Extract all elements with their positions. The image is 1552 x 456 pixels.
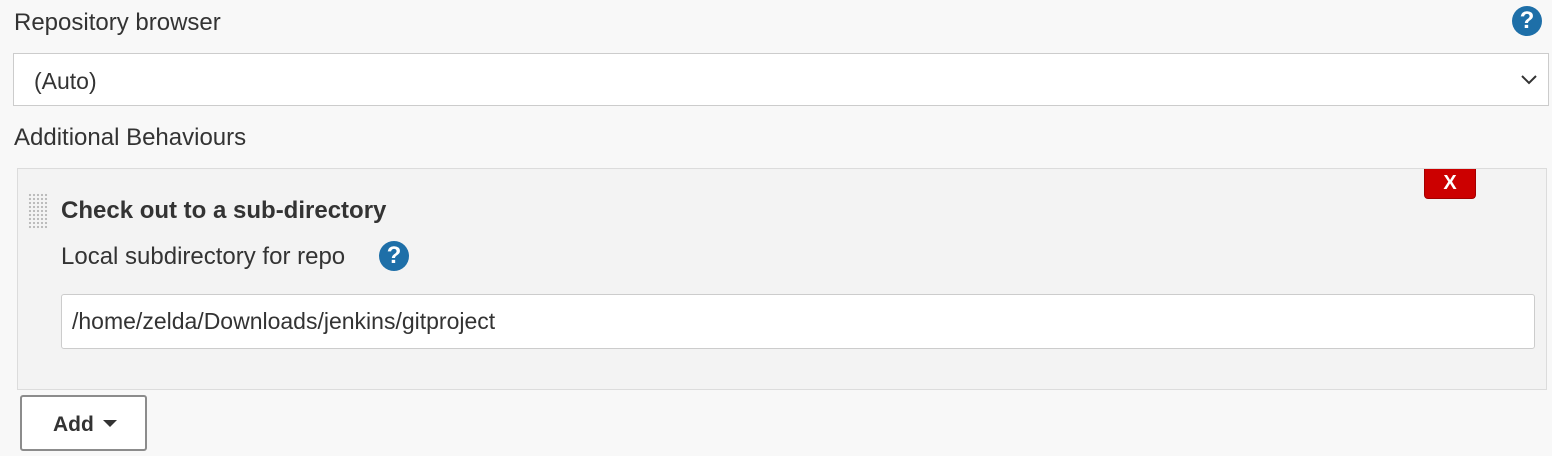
repository-browser-label: Repository browser [14, 9, 221, 36]
chevron-down-icon [1521, 75, 1537, 85]
local-subdirectory-input[interactable] [61, 294, 1535, 349]
add-behaviour-button[interactable]: Add [20, 395, 147, 451]
drag-handle-icon[interactable] [28, 193, 48, 229]
caret-down-icon [103, 420, 117, 427]
local-subdirectory-label: Local subdirectory for repo [61, 243, 346, 270]
behaviour-title: Check out to a sub-directory [61, 197, 387, 224]
repository-browser-selected-value: (Auto) [34, 68, 97, 94]
repository-browser-help-icon[interactable]: ? [1512, 6, 1542, 36]
delete-behaviour-button[interactable]: X [1424, 169, 1476, 199]
additional-behaviours-label: Additional Behaviours [14, 124, 247, 151]
add-button-label: Add [53, 413, 94, 436]
local-subdirectory-help-icon[interactable]: ? [379, 241, 409, 271]
repository-browser-select[interactable]: (Auto) [13, 53, 1549, 106]
behaviour-panel: X Check out to a sub-directory Local sub… [17, 168, 1547, 390]
